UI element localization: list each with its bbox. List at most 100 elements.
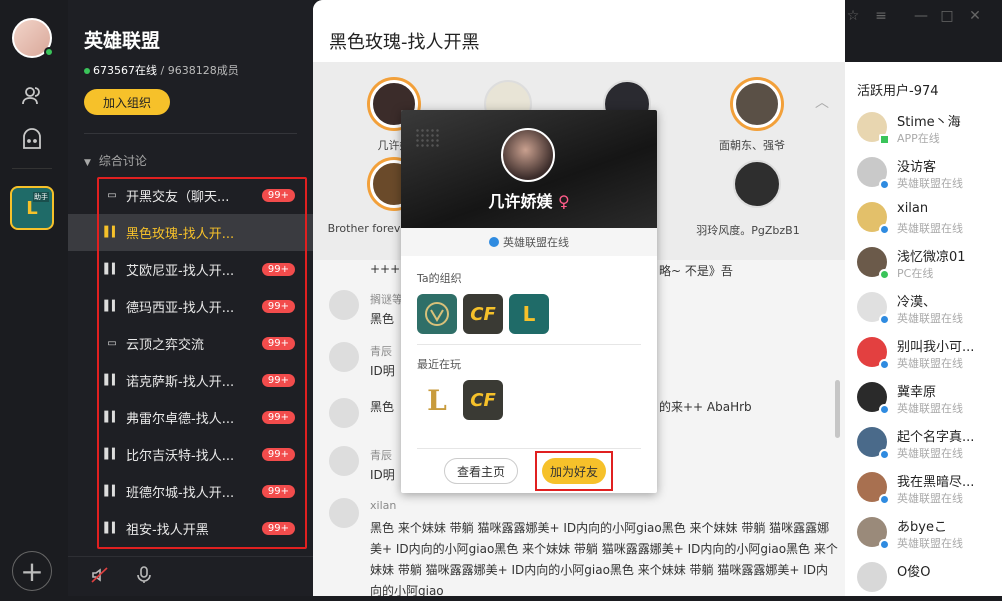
user-status: 英雄联盟在线	[897, 447, 963, 460]
org-helper-logo[interactable]: L	[509, 294, 549, 334]
game-helper-label: 助手	[33, 192, 49, 202]
add-friend-button[interactable]: 加为好友	[542, 458, 606, 484]
profile-name-text: 几许娇媄	[488, 192, 553, 211]
menu-icon[interactable]: ≡	[872, 7, 890, 25]
active-user-item[interactable]: 别叫我小可... 英雄联盟在线	[845, 331, 1002, 376]
user-status: APP在线	[897, 132, 940, 145]
close-icon[interactable]: ✕	[966, 7, 984, 25]
user-status: 英雄联盟在线	[897, 177, 963, 190]
user-name: 浅忆微凉01	[897, 250, 966, 265]
star-icon[interactable]: ☆	[844, 7, 862, 25]
scrollbar[interactable]	[835, 380, 840, 438]
view-homepage-button[interactable]: 查看主页	[444, 458, 518, 484]
guild-online-count: 673567在线	[93, 64, 157, 77]
message-avatar[interactable]	[329, 446, 359, 476]
message-text-tail: 略~ 不是》吾	[659, 264, 733, 278]
guild-panel: 英雄联盟 673567在线 / 9638128成员 加入组织 ▼ 综合讨论 ▭ 开黑…	[68, 0, 313, 596]
message-avatar[interactable]	[329, 498, 359, 528]
message-username[interactable]: xilan	[370, 499, 396, 512]
message-text: 黑色 来个妹妹 带躺 猫咪露露娜美+ ID内向的小阿giao黑色 来个妹妹 带躺…	[370, 521, 838, 596]
channel-list-highlight	[97, 177, 307, 549]
user-name: あbyeこ	[897, 520, 947, 535]
profile-status-text: 英雄联盟在线	[503, 236, 569, 249]
user-status: 英雄联盟在线	[897, 492, 963, 505]
mute-speaker-icon[interactable]	[90, 565, 110, 585]
user-profile-popup: 几许娇媄 ♀ 英雄联盟在线 Ta的组织 CF L 最近在玩 L CF 查看主页 …	[401, 110, 657, 493]
add-guild-button[interactable]: +	[12, 551, 52, 591]
user-name: 我在黑暗尽...	[897, 475, 975, 490]
lol-helper-app-icon[interactable]: L 助手	[10, 186, 54, 230]
message-text-tail: 的来++ AbaHrb	[659, 400, 752, 414]
game-status-icon	[879, 224, 890, 235]
active-user-item[interactable]: O俊O	[845, 556, 1002, 601]
active-users-panel: 活跃用户-974 Stime丶海 APP在线 没访客 英雄联盟在线 xilan 英雄联盟在…	[845, 62, 1002, 596]
active-users-title: 活跃用户-974	[857, 84, 939, 99]
mobile-status-icon	[879, 134, 890, 145]
maximize-icon[interactable]: □	[938, 7, 956, 25]
message-avatar[interactable]	[329, 290, 359, 320]
dots-decoration	[415, 128, 441, 148]
voice-user-name: 羽玲风度。PgZbzB1	[696, 224, 800, 237]
active-user-item[interactable]: 起个名字真... 英雄联盟在线	[845, 421, 1002, 466]
divider	[84, 133, 297, 134]
message-username[interactable]: 青辰	[370, 343, 392, 359]
user-name: 冀幸原	[897, 385, 937, 400]
org-lol-logo[interactable]	[417, 294, 457, 334]
divider	[417, 344, 641, 345]
add-friend-highlight: 加为好友	[535, 451, 613, 491]
recent-cf-logo[interactable]: CF	[463, 380, 503, 420]
profile-status: 英雄联盟在线	[401, 228, 657, 256]
message-text: 黑色	[370, 312, 395, 326]
user-status: PC在线	[897, 267, 934, 280]
chevron-down-icon: ▼	[84, 158, 91, 168]
chat-bot-icon[interactable]	[18, 126, 46, 154]
message-text: 黑色	[370, 400, 395, 414]
channel-category[interactable]: ▼ 综合讨论	[84, 152, 147, 169]
join-organization-button[interactable]: 加入组织	[84, 89, 170, 115]
divider	[417, 448, 641, 449]
microphone-icon[interactable]	[134, 565, 154, 585]
active-user-item[interactable]: 没访客 英雄联盟在线	[845, 151, 1002, 196]
game-status-icon	[879, 314, 890, 325]
active-user-item[interactable]: xilan 英雄联盟在线	[845, 196, 1002, 241]
voice-user-avatar[interactable]	[733, 160, 781, 208]
orgs-label: Ta的组织	[417, 272, 462, 285]
message-avatar[interactable]	[329, 398, 359, 428]
game-status-icon	[879, 449, 890, 460]
pc-status-icon	[879, 269, 890, 280]
chevron-up-icon[interactable]: ︿	[815, 92, 829, 112]
message-username[interactable]: 青辰	[370, 447, 392, 463]
voice-user-avatar[interactable]	[733, 80, 781, 128]
active-user-item[interactable]: あbyeこ英雄联盟在线	[845, 511, 1002, 556]
active-user-item[interactable]: 我在黑暗尽... 英雄联盟在线	[845, 466, 1002, 511]
message-text: ID明	[370, 364, 395, 378]
profile-name: 几许娇媄 ♀	[401, 188, 657, 212]
category-label: 综合讨论	[98, 154, 147, 168]
user-status: 英雄联盟在线	[897, 402, 963, 415]
left-rail: L 助手 +	[0, 0, 68, 596]
voice-user-name: 面朝东、强爷	[719, 139, 785, 152]
game-status-icon	[879, 404, 890, 415]
guild-title: 英雄联盟	[84, 30, 161, 52]
active-user-item[interactable]: Stime丶海 APP在线	[845, 106, 1002, 151]
org-cf-logo[interactable]: CF	[463, 294, 503, 334]
friends-icon[interactable]	[18, 82, 46, 110]
user-avatar	[857, 562, 887, 592]
game-status-icon	[879, 179, 890, 190]
active-user-item[interactable]: 冷漠、 英雄联盟在线	[845, 286, 1002, 331]
minimize-icon[interactable]: —	[912, 7, 930, 25]
message-avatar[interactable]	[329, 342, 359, 372]
user-name: 别叫我小可...	[897, 340, 975, 355]
user-name: 冷漠、	[897, 295, 937, 310]
user-name: 起个名字真...	[897, 430, 975, 445]
message-username[interactable]: 搁谜等	[370, 291, 403, 307]
active-user-item[interactable]: 浅忆微凉01 PC在线	[845, 241, 1002, 286]
active-user-item[interactable]: 冀幸原 英雄联盟在线	[845, 376, 1002, 421]
female-icon: ♀	[557, 192, 570, 211]
recent-lol-logo[interactable]: L	[417, 380, 457, 420]
guild-member-count: 9638128成员	[167, 64, 239, 77]
online-indicator	[44, 47, 54, 57]
user-status: 英雄联盟在线	[897, 537, 963, 550]
guild-stats: 673567在线 / 9638128成员	[84, 62, 239, 78]
recent-label: 最近在玩	[417, 358, 461, 371]
